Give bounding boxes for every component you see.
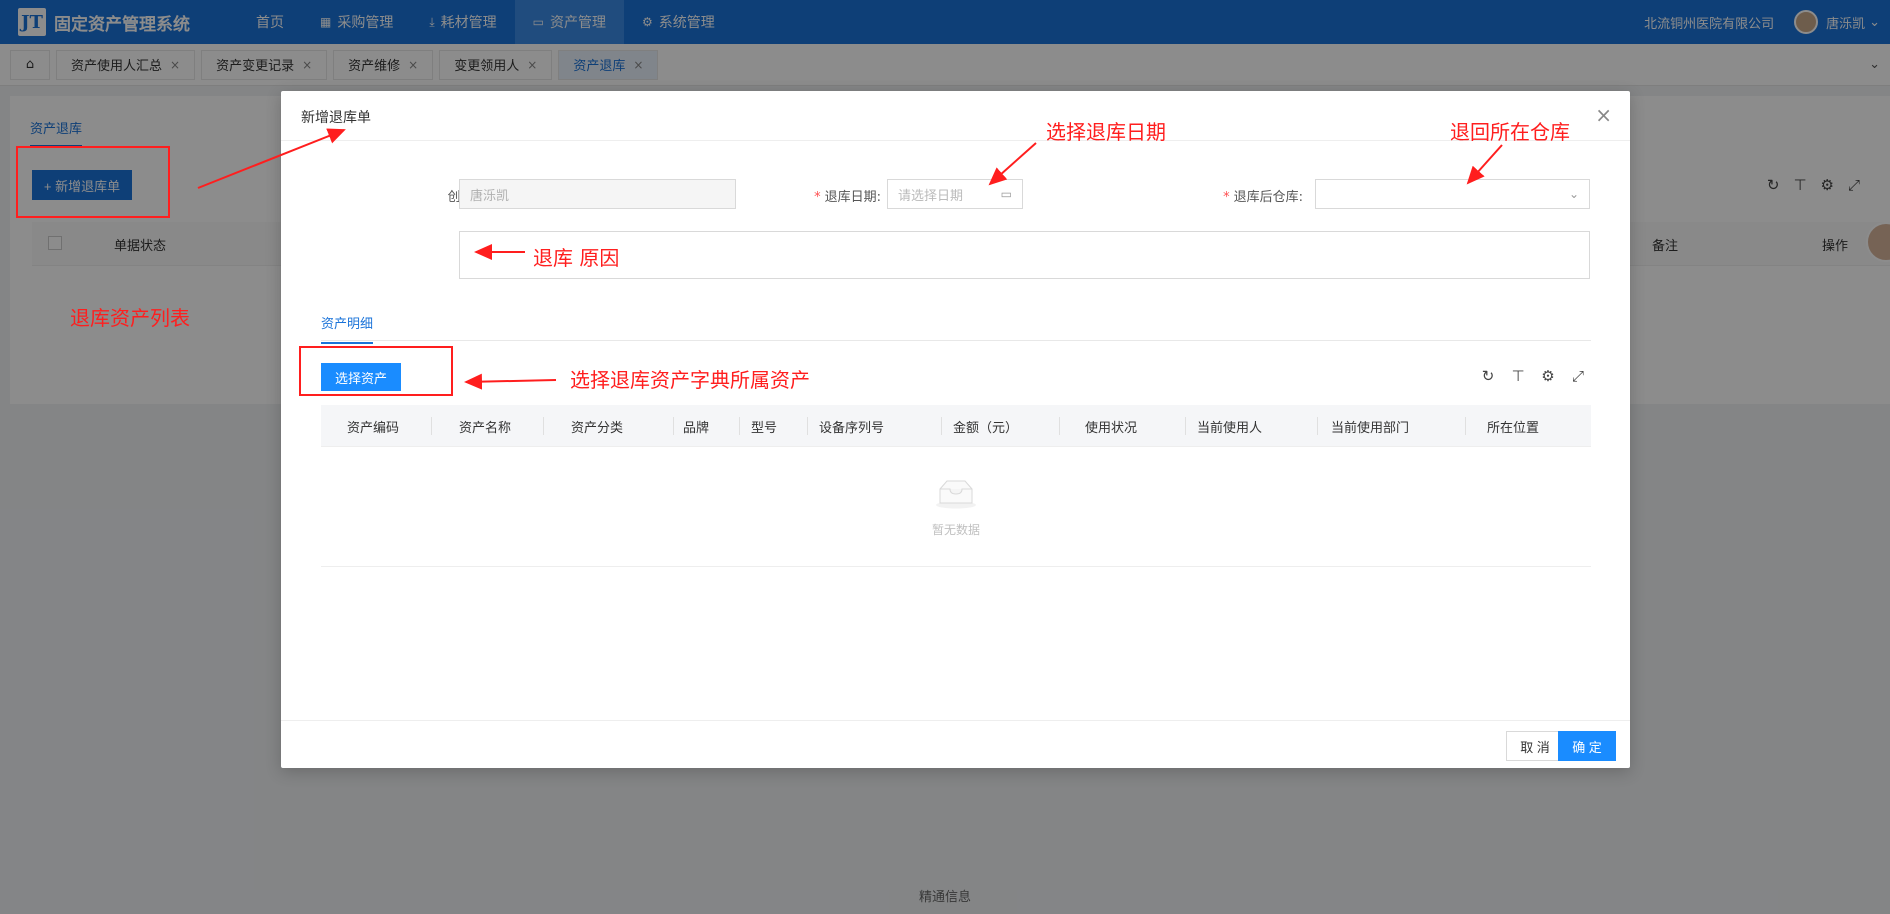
column-header: 品牌 (683, 421, 710, 436)
creator-value: 唐泺凯 (470, 188, 510, 204)
remark-textarea[interactable] (459, 231, 1590, 279)
date-placeholder: 请选择日期 (898, 188, 964, 204)
warehouse-select[interactable]: ⌄ (1315, 179, 1590, 209)
column-divider (673, 417, 674, 435)
warehouse-label-text: 退库后仓库: (1233, 190, 1303, 205)
new-return-order-modal: 新增退库单 × 创建人: 唐泺凯 *退库日期: 请选择日期▭ *退库后仓库: ⌄… (281, 91, 1630, 768)
column-header: 金额（元） (953, 421, 1019, 436)
cancel-button[interactable]: 取 消 (1506, 731, 1564, 761)
close-icon[interactable]: × (1595, 103, 1612, 127)
calendar-icon: ▭ (1000, 187, 1012, 201)
column-divider (1059, 417, 1060, 435)
column-divider (941, 417, 942, 435)
modal-title: 新增退库单 (301, 110, 371, 126)
column-height-icon[interactable]: ⊤ (1510, 367, 1526, 385)
gear-icon[interactable]: ⚙ (1540, 367, 1556, 385)
column-divider (1317, 417, 1318, 435)
warehouse-label: * 退库后仓库: (1223, 190, 1303, 205)
column-header: 当前使用人 (1197, 421, 1263, 436)
table-empty-state: 暂无数据 (321, 447, 1591, 567)
annotation-box-select (299, 346, 453, 396)
table-header: 资产编码 资产名称 资产分类 品牌 型号 设备序列号 金额（元） 使用状况 当前… (321, 405, 1591, 447)
asset-detail-table: 资产编码 资产名称 资产分类 品牌 型号 设备序列号 金额（元） 使用状况 当前… (321, 405, 1591, 567)
detail-table-toolbar: ↻ ⊤ ⚙ ⤢ (1480, 367, 1586, 385)
fullscreen-icon[interactable]: ⤢ (1570, 367, 1586, 385)
return-date-picker[interactable]: 请选择日期 ▭ (887, 179, 1023, 209)
column-header: 设备序列号 (819, 421, 885, 436)
column-divider (1185, 417, 1186, 435)
annotation-reason: 退库 原因 (533, 246, 620, 270)
empty-box-icon (936, 480, 976, 509)
modal-header: 新增退库单 × (281, 91, 1630, 141)
column-header: 当前使用部门 (1331, 421, 1410, 436)
annotation-box-new (16, 146, 170, 218)
annotation-return-warehouse: 退回所在仓库 (1450, 120, 1570, 144)
refresh-icon[interactable]: ↻ (1480, 367, 1496, 385)
annotation-choose-date: 选择退库日期 (1046, 120, 1166, 144)
annotation-choose-asset: 选择退库资产字典所属资产 (570, 368, 810, 392)
column-divider (807, 417, 808, 435)
modal-footer: 取 消 确 定 (281, 720, 1630, 768)
column-divider (739, 417, 740, 435)
column-divider (1465, 417, 1466, 435)
date-label-text: 退库日期: (824, 190, 881, 205)
column-header: 所在位置 (1487, 421, 1540, 436)
creator-field: 唐泺凯 (459, 179, 736, 209)
column-divider (431, 417, 432, 435)
column-header: 资产编码 (347, 421, 400, 436)
empty-text: 暂无数据 (931, 523, 980, 537)
column-header: 使用状况 (1085, 421, 1138, 436)
tab-divider (321, 340, 1591, 341)
column-header: 资产分类 (571, 421, 624, 436)
column-header: 资产名称 (459, 421, 512, 436)
column-divider (543, 417, 544, 435)
annotation-list: 退库资产列表 (70, 306, 190, 330)
date-label: * 退库日期: (814, 190, 881, 205)
column-header: 型号 (751, 421, 778, 436)
confirm-button[interactable]: 确 定 (1558, 731, 1616, 761)
chevron-down-icon: ⌄ (1568, 187, 1579, 201)
